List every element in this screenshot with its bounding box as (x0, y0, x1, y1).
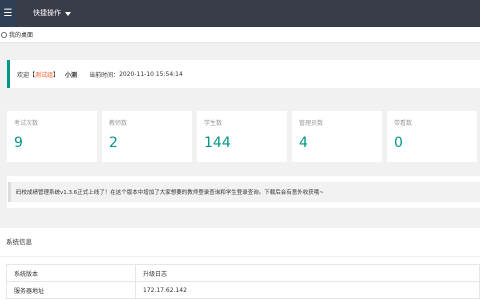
stat-label: 带看数 (394, 120, 413, 127)
tab-my-desktop-label: 我的桌面 (9, 32, 34, 39)
stat-label: 管理员数 (299, 120, 324, 127)
system-info-table: 系统版本 升级日志 服务器地址 172.17.62.142 (6, 264, 480, 299)
table-row: 系统版本 升级日志 (6, 264, 480, 282)
stat-value: 2 (109, 135, 118, 151)
stat-card-students: 学生数 144 (197, 111, 287, 162)
stat-value: 4 (299, 135, 308, 151)
tab-bar: 我的桌面 (0, 27, 480, 43)
stats-row: 考试次数 9 教师数 2 学生数 144 管理员数 4 带看数 0 (7, 111, 480, 162)
caret-down-icon (65, 11, 71, 16)
home-icon (1, 31, 7, 38)
welcome-role: 测试组 (35, 71, 54, 79)
welcome-prefix: 欢迎【 (17, 71, 36, 79)
time-value: 2020-11-10 15:54:14 (119, 70, 183, 78)
top-navbar: ☰ 快捷操作 (0, 0, 480, 27)
stat-label: 学生数 (204, 120, 223, 127)
stat-label: 教师数 (109, 120, 128, 127)
tab-my-desktop[interactable]: 我的桌面 (1, 30, 33, 39)
stat-card-admins: 管理员数 4 (292, 111, 382, 162)
stat-value: 144 (204, 135, 231, 151)
table-cell-value: 升级日志 (135, 264, 480, 282)
table-cell-key: 服务器地址 (6, 281, 136, 299)
notice-panel: 码校成绩管理系统v1.3.6正式上线了！在这个版本中增加了大家想要的教师登录查询… (7, 176, 480, 208)
notice-text: 码校成绩管理系统v1.3.6正式上线了！在这个版本中增加了大家想要的教师登录查询… (8, 182, 480, 202)
table-row: 服务器地址 172.17.62.142 (6, 281, 480, 299)
quick-ops-menu[interactable]: 快捷操作 (33, 8, 71, 18)
table-cell-value: 172.17.62.142 (135, 281, 480, 299)
stat-card-teachers: 教师数 2 (102, 111, 192, 162)
welcome-suffix: 】 (53, 71, 60, 79)
stat-label: 考试次数 (14, 120, 39, 127)
welcome-username: 小测 (65, 71, 78, 79)
stat-card-exams: 考试次数 9 (7, 111, 97, 162)
stat-value: 0 (394, 135, 403, 151)
hamburger-icon[interactable]: ☰ (0, 0, 16, 27)
system-info-title: 系统信息 (0, 228, 480, 257)
system-info-panel: 系统信息 系统版本 升级日志 服务器地址 172.17.62.142 (0, 228, 480, 300)
welcome-banner: 欢迎【 测试组】 小测 当前时间： 2020-11-10 15:54:14 (7, 60, 480, 88)
table-cell-key: 系统版本 (6, 264, 136, 282)
time-label: 当前时间： (89, 71, 120, 79)
stat-card-pending: 带看数 0 (387, 111, 477, 162)
quick-ops-label: 快捷操作 (33, 9, 61, 17)
stat-value: 9 (14, 135, 23, 151)
